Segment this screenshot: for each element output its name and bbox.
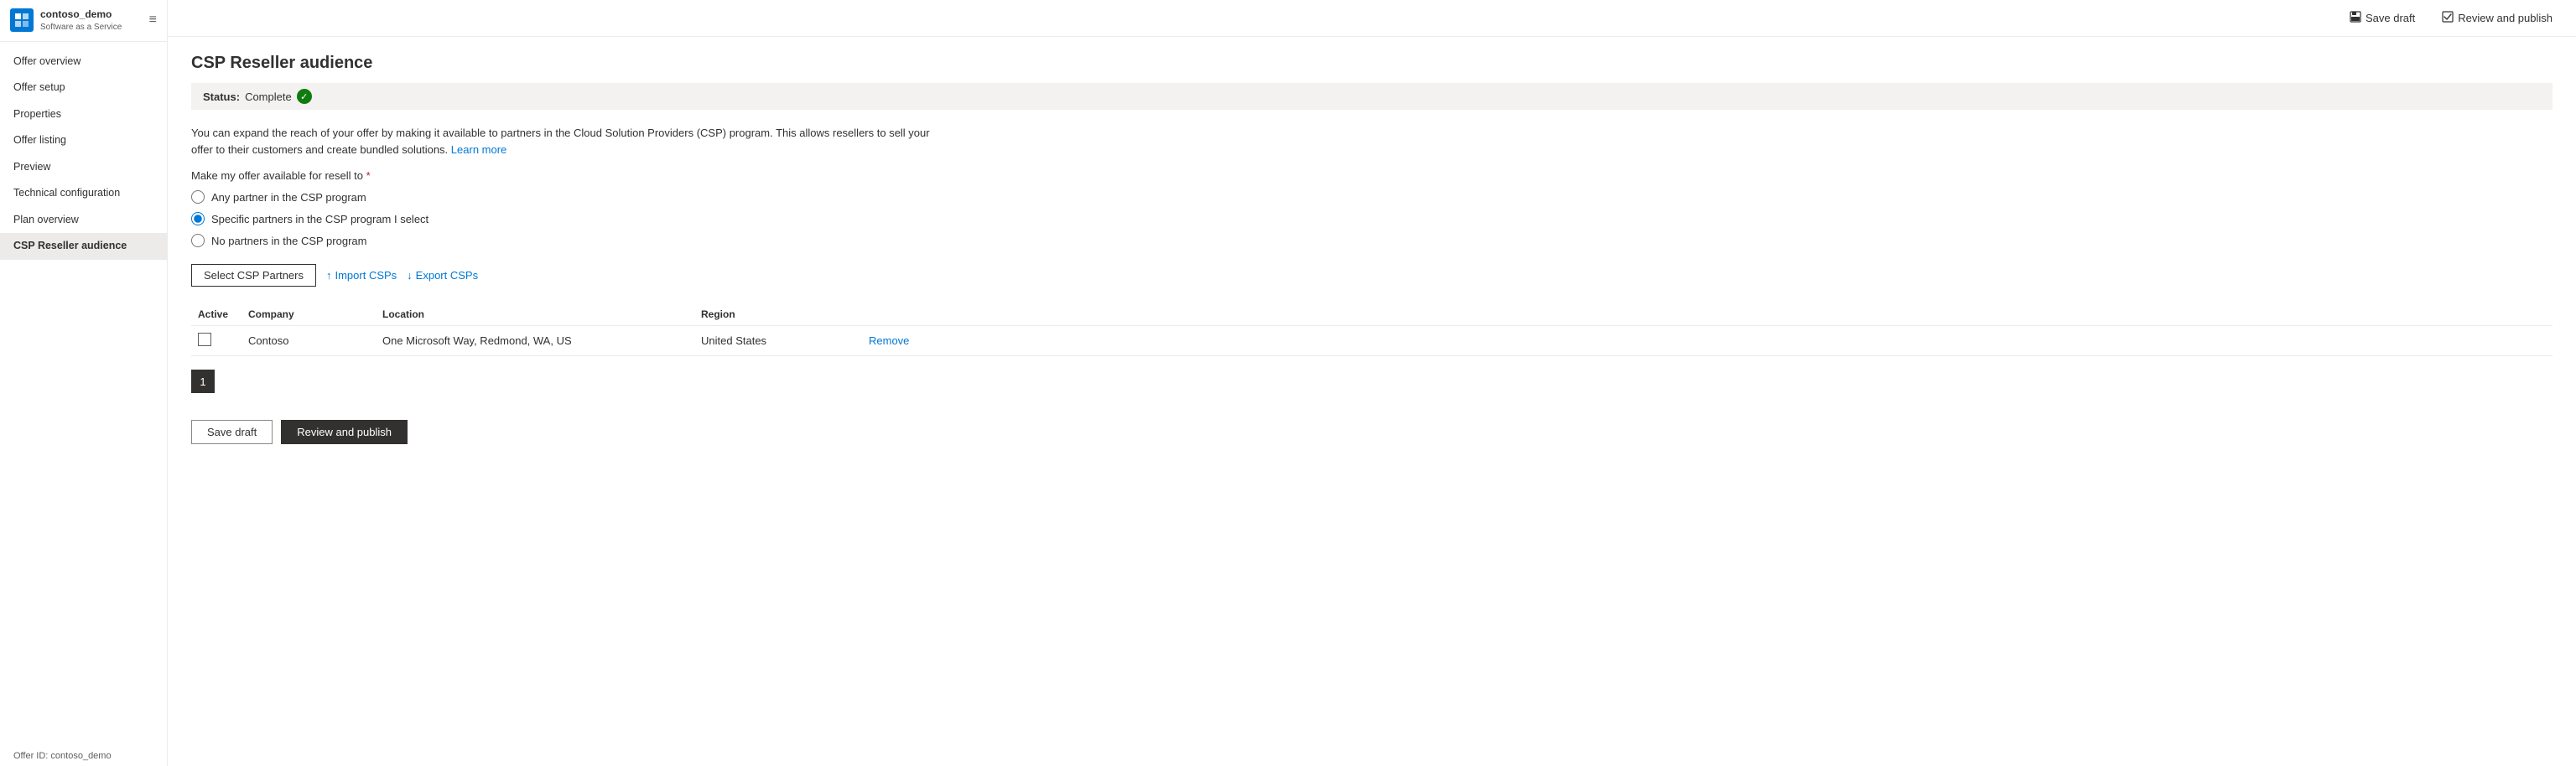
sidebar-item-offer-listing[interactable]: Offer listing [0, 127, 167, 154]
page-button-1[interactable]: 1 [191, 370, 215, 393]
content-area: CSP Reseller audience Status: Complete ✓… [168, 37, 2576, 766]
col-region: Region [694, 303, 862, 326]
save-draft-button-bottom[interactable]: Save draft [191, 420, 273, 444]
col-action [862, 303, 2553, 326]
top-bar-actions: Save draft Review and publish [2343, 8, 2559, 28]
sidebar-app-name: contoso_demo [40, 8, 122, 22]
save-icon [2350, 11, 2361, 25]
description-text: You can expand the reach of your offer b… [191, 125, 946, 158]
cell-location: One Microsoft Way, Redmond, WA, US [376, 326, 694, 356]
radio-no-partners[interactable]: No partners in the CSP program [191, 234, 2553, 247]
sidebar-header: contoso_demo Software as a Service ≡ [0, 0, 167, 42]
col-active: Active [191, 303, 242, 326]
top-bar: Save draft Review and publish [168, 0, 2576, 37]
cell-action: Remove [862, 326, 2553, 356]
sidebar-item-offer-overview[interactable]: Offer overview [0, 49, 167, 75]
import-icon: ↑ [326, 269, 332, 282]
status-complete-icon: ✓ [297, 89, 312, 104]
field-label: Make my offer available for resell to * [191, 169, 2553, 182]
radio-no-partners-input[interactable] [191, 234, 205, 247]
radio-any-partner-label: Any partner in the CSP program [211, 191, 366, 204]
publish-icon [2442, 11, 2454, 25]
cell-company: Contoso [242, 326, 376, 356]
radio-group: Any partner in the CSP program Specific … [191, 190, 2553, 247]
sidebar-collapse-button[interactable]: ≡ [149, 13, 157, 28]
sidebar-offer-id: Offer ID: contoso_demo [0, 746, 167, 766]
pagination: 1 [191, 370, 2553, 393]
sidebar-app-subtitle: Software as a Service [40, 22, 122, 33]
save-draft-top-label: Save draft [2366, 12, 2415, 24]
save-draft-button-top[interactable]: Save draft [2343, 8, 2422, 28]
radio-specific-partners-label: Specific partners in the CSP program I s… [211, 213, 428, 225]
learn-more-link[interactable]: Learn more [451, 143, 506, 156]
status-bar: Status: Complete ✓ [191, 83, 2553, 110]
select-csp-partners-button[interactable]: Select CSP Partners [191, 264, 316, 287]
sidebar-item-preview[interactable]: Preview [0, 154, 167, 181]
page-title: CSP Reseller audience [191, 54, 2553, 73]
sidebar: contoso_demo Software as a Service ≡ Off… [0, 0, 168, 766]
remove-link[interactable]: Remove [869, 334, 909, 347]
csp-table: Active Company Location Region Contoso O… [191, 303, 2553, 356]
table-header: Active Company Location Region [191, 303, 2553, 326]
sidebar-item-offer-setup[interactable]: Offer setup [0, 75, 167, 101]
status-value: Complete [245, 91, 292, 103]
sidebar-item-csp-reseller-audience[interactable]: CSP Reseller audience [0, 233, 167, 260]
radio-specific-partners-input[interactable] [191, 212, 205, 225]
sidebar-item-properties[interactable]: Properties [0, 101, 167, 128]
table-row: Contoso One Microsoft Way, Redmond, WA, … [191, 326, 2553, 356]
sidebar-item-plan-overview[interactable]: Plan overview [0, 207, 167, 234]
row-checkbox[interactable] [198, 333, 211, 346]
export-icon: ↓ [407, 269, 413, 282]
review-publish-top-label: Review and publish [2458, 12, 2553, 24]
cell-region: United States [694, 326, 862, 356]
main-content: Save draft Review and publish CSP Resell… [168, 0, 2576, 766]
col-location: Location [376, 303, 694, 326]
sidebar-app-info: contoso_demo Software as a Service [40, 8, 122, 33]
table-body: Contoso One Microsoft Way, Redmond, WA, … [191, 326, 2553, 356]
review-publish-button-top[interactable]: Review and publish [2435, 8, 2559, 28]
sidebar-nav: Offer overview Offer setup Properties Of… [0, 42, 167, 746]
radio-specific-partners[interactable]: Specific partners in the CSP program I s… [191, 212, 2553, 225]
sidebar-logo [10, 8, 34, 32]
radio-no-partners-label: No partners in the CSP program [211, 235, 366, 247]
col-company: Company [242, 303, 376, 326]
action-bar: Select CSP Partners ↑ Import CSPs ↓ Expo… [191, 264, 2553, 287]
review-publish-button-bottom[interactable]: Review and publish [281, 420, 408, 444]
import-csps-button[interactable]: ↑ Import CSPs [326, 269, 397, 282]
required-marker: * [363, 169, 371, 182]
bottom-actions: Save draft Review and publish [191, 420, 2553, 444]
cell-active [191, 326, 242, 356]
status-label: Status: [203, 91, 240, 103]
export-csps-button[interactable]: ↓ Export CSPs [407, 269, 478, 282]
radio-any-partner-input[interactable] [191, 190, 205, 204]
radio-any-partner[interactable]: Any partner in the CSP program [191, 190, 2553, 204]
sidebar-item-technical-configuration[interactable]: Technical configuration [0, 180, 167, 207]
